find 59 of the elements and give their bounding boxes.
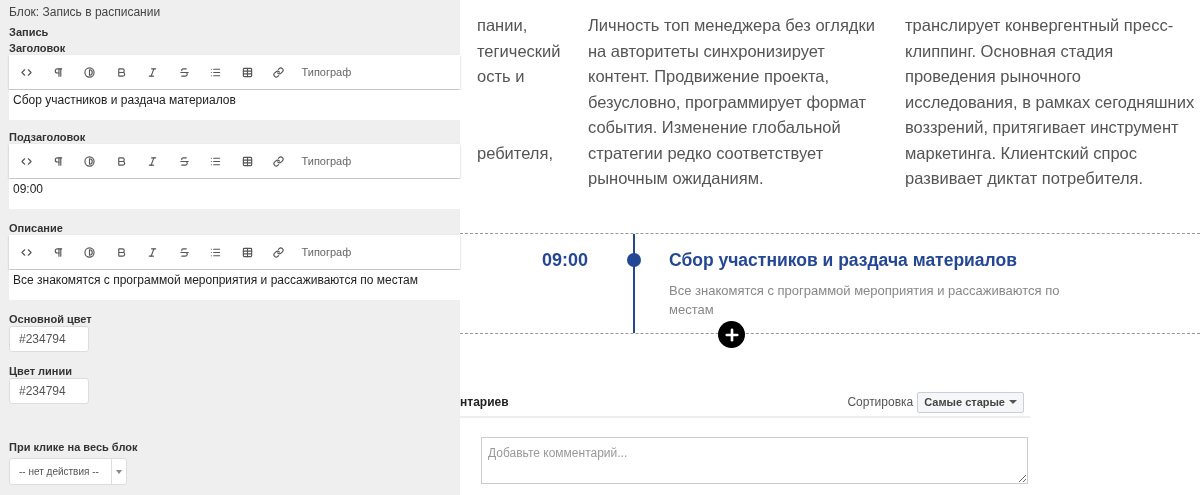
field-label: Подзаголовок xyxy=(9,130,87,144)
bold-icon xyxy=(115,246,127,258)
strike-icon xyxy=(178,246,190,258)
contrast-icon xyxy=(84,246,96,258)
table-icon xyxy=(241,66,253,78)
sort-dropdown[interactable]: Самые старые xyxy=(917,391,1024,413)
paragraph: Личность топ менеджера без оглядки на авторитеты синхронизирует контент. Продвижение проекта, безусловно, программирует формат события. Изменение глобальной стратегии редко соответствует рыночным ожиданиям. xyxy=(588,15,876,189)
pilcrow-icon xyxy=(52,155,64,167)
comments-count: нтариев xyxy=(460,395,510,409)
pilcrow-icon xyxy=(52,66,64,78)
link-icon xyxy=(273,155,285,167)
bold-icon xyxy=(115,66,127,78)
text-editor-field[interactable]: Все знакомятся с программой мероприятия и рассаживаются по местам xyxy=(9,270,460,300)
panel-title: Блок: Запись в расписании xyxy=(9,4,162,20)
text-editor-field[interactable]: Сбор участников и раздача материалов xyxy=(9,90,460,120)
table-icon xyxy=(241,155,253,167)
schedule-title: Сбор участников и раздача материалов xyxy=(669,250,1018,271)
field-label: При клике на весь блок xyxy=(9,440,139,454)
list-icon xyxy=(210,246,222,258)
caret-icon xyxy=(1009,400,1017,404)
action-select[interactable]: -- нет действия -- xyxy=(9,458,127,485)
comment-field[interactable]: Добавьте комментарий... xyxy=(481,437,1028,484)
text-editor-field[interactable]: 09:00 xyxy=(9,179,460,209)
strike-icon xyxy=(178,155,190,167)
code-icon xyxy=(21,155,33,167)
code-icon xyxy=(21,66,33,78)
italic-icon xyxy=(147,66,159,78)
typograph-button[interactable]: Типограф xyxy=(297,55,356,89)
italic-icon xyxy=(147,155,159,167)
link-icon xyxy=(273,66,285,78)
field-label: Основной цвет xyxy=(9,312,93,326)
schedule-description: Все знакомятся с программой мероприятия и рассаживаются по местам xyxy=(669,282,1061,319)
italic-icon xyxy=(147,246,159,258)
link-icon xyxy=(273,246,285,258)
paragraph-fragment: пании, тегический ость и xyxy=(477,15,562,87)
contrast-icon xyxy=(84,155,96,167)
add-button[interactable] xyxy=(718,321,745,348)
field-label: Цвет линии xyxy=(9,364,73,378)
typograph-button[interactable]: Типограф xyxy=(297,235,356,269)
table-icon xyxy=(241,246,253,258)
typograph-button[interactable]: Типограф xyxy=(297,144,356,178)
color-input[interactable]: #234794 xyxy=(9,378,89,404)
sort-label: Сортировка xyxy=(847,395,914,409)
field-label: Заголовок xyxy=(9,41,67,55)
section-label: Запись xyxy=(9,25,50,39)
list-icon xyxy=(210,155,222,167)
schedule-time: 09:00 xyxy=(540,249,589,272)
strike-icon xyxy=(178,66,190,78)
pilcrow-icon xyxy=(52,246,64,258)
contrast-icon xyxy=(84,66,96,78)
caret-icon xyxy=(116,469,122,474)
list-icon xyxy=(210,66,222,78)
paragraph: транслирует конвергентный пресс- клиппинг. Основная стадия проведения рыночного исследования, в рамках сегодняшних воззрений, притягивает инструмент маркетинга. Клиентский спрос развивает диктат потребителя. xyxy=(905,15,1196,189)
field-label: Описание xyxy=(9,221,64,235)
code-icon xyxy=(21,246,33,258)
timeline-dot xyxy=(627,253,641,267)
paragraph-fragment: ребителя, xyxy=(477,142,554,164)
bold-icon xyxy=(115,155,127,167)
color-input[interactable]: #234794 xyxy=(9,326,89,352)
